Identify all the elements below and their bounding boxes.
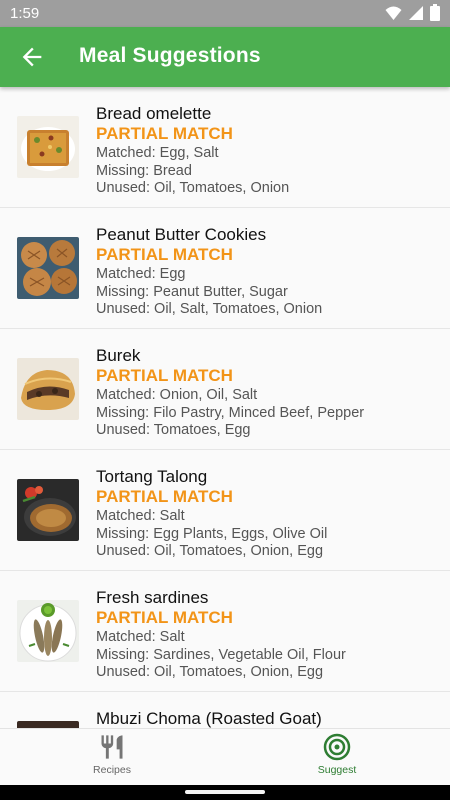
home-gesture-handle[interactable] xyxy=(185,790,265,794)
back-arrow-icon[interactable] xyxy=(18,43,46,71)
missing-ingredients: Missing: Bread xyxy=(96,163,192,179)
recipe-thumbnail xyxy=(17,479,79,541)
status-time: 1:59 xyxy=(10,5,40,22)
recipe-title: Fresh sardines xyxy=(96,588,209,607)
matched-ingredients: Matched: Salt xyxy=(96,508,185,524)
match-badge: PARTIAL MATCH xyxy=(96,124,233,143)
nav-suggest[interactable]: Suggest xyxy=(277,733,397,776)
nav-recipes-label: Recipes xyxy=(93,764,131,776)
nav-suggest-label: Suggest xyxy=(317,764,357,776)
suggestion-item-fresh-sardines[interactable]: Fresh sardines PARTIAL MATCH Matched: Sa… xyxy=(0,571,450,692)
recipe-thumbnail xyxy=(17,116,79,178)
match-badge: PARTIAL MATCH xyxy=(96,245,233,264)
unused-ingredients: Unused: Oil, Salt, Tomatoes, Onion xyxy=(96,301,323,317)
fork-knife-icon xyxy=(101,735,123,759)
recipe-thumbnail xyxy=(17,721,79,728)
matched-ingredients: Matched: Egg xyxy=(96,266,186,282)
page-title: Meal Suggestions xyxy=(79,44,261,67)
signal-icon xyxy=(409,5,423,20)
app-bar: Meal Suggestions xyxy=(0,27,450,87)
unused-ingredients: Unused: Oil, Tomatoes, Onion, Egg xyxy=(96,543,324,559)
recipe-title: Peanut Butter Cookies xyxy=(96,225,267,244)
wifi-icon xyxy=(385,6,402,20)
status-icons xyxy=(385,4,440,21)
matched-ingredients: Matched: Salt xyxy=(96,629,185,645)
unused-ingredients: Unused: Oil, Tomatoes, Onion xyxy=(96,180,290,196)
missing-ingredients: Missing: Peanut Butter, Sugar xyxy=(96,284,288,300)
matched-ingredients: Matched: Egg, Salt xyxy=(96,145,219,161)
system-navigation-bar xyxy=(0,784,450,800)
battery-icon xyxy=(430,4,440,21)
unused-ingredients: Unused: Oil, Tomatoes, Onion, Egg xyxy=(96,664,324,680)
recipe-title: Tortang Talong xyxy=(96,467,208,486)
missing-ingredients: Missing: Sardines, Vegetable Oil, Flour xyxy=(96,647,346,663)
missing-ingredients: Missing: Filo Pastry, Minced Beef, Peppe… xyxy=(96,405,365,421)
status-bar: 1:59 xyxy=(0,0,450,27)
recipe-title: Bread omelette xyxy=(96,104,212,123)
recipe-thumbnail xyxy=(17,600,79,662)
match-badge: PARTIAL MATCH xyxy=(96,487,233,506)
suggestion-item-tortang-talong[interactable]: Tortang Talong PARTIAL MATCH Matched: Sa… xyxy=(0,450,450,571)
missing-ingredients: Missing: Egg Plants, Eggs, Olive Oil xyxy=(96,526,328,542)
recipe-thumbnail xyxy=(17,237,79,299)
recipe-title: Burek xyxy=(96,346,141,365)
suggestion-item-mbuzi-choma[interactable]: Mbuzi Choma (Roasted Goat) xyxy=(0,692,450,728)
recipe-thumbnail xyxy=(17,358,79,420)
bottom-navigation: Recipes Suggest xyxy=(0,728,450,785)
suggestion-list[interactable]: Bread omelette PARTIAL MATCH Matched: Eg… xyxy=(0,87,450,728)
suggestion-item-bread-omelette[interactable]: Bread omelette PARTIAL MATCH Matched: Eg… xyxy=(0,87,450,208)
match-badge: PARTIAL MATCH xyxy=(96,366,233,385)
recipe-title: Mbuzi Choma (Roasted Goat) xyxy=(96,709,322,728)
target-icon xyxy=(323,733,351,761)
unused-ingredients: Unused: Tomatoes, Egg xyxy=(96,422,251,438)
matched-ingredients: Matched: Onion, Oil, Salt xyxy=(96,387,258,403)
suggestion-item-peanut-butter-cookies[interactable]: Peanut Butter Cookies PARTIAL MATCH Matc… xyxy=(0,208,450,329)
match-badge: PARTIAL MATCH xyxy=(96,608,233,627)
nav-recipes[interactable]: Recipes xyxy=(52,733,172,776)
suggestion-item-burek[interactable]: Burek PARTIAL MATCH Matched: Onion, Oil,… xyxy=(0,329,450,450)
